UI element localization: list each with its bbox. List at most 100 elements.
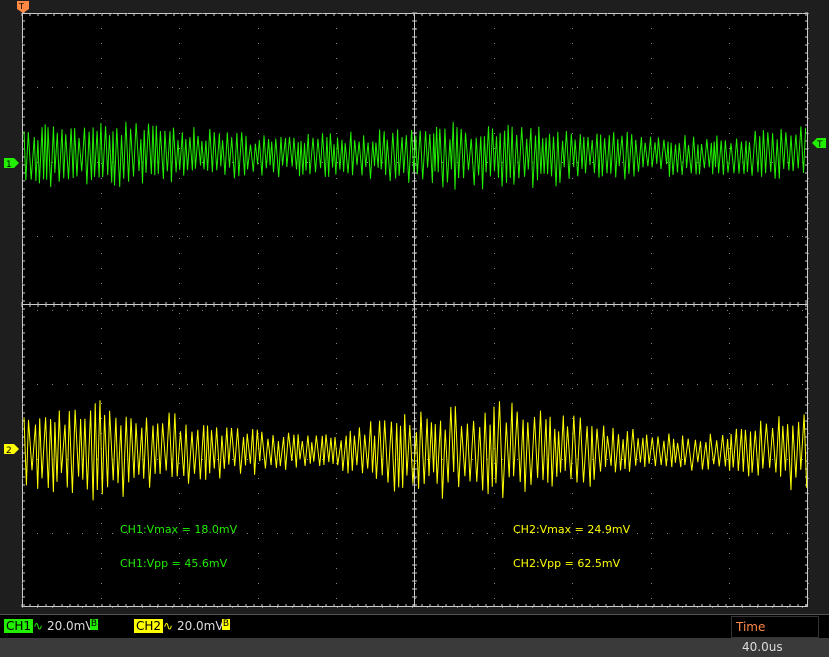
- grid-dot: [577, 310, 578, 311]
- grid-dot: [652, 533, 653, 534]
- grid-dot: [494, 148, 495, 149]
- grid-dot: [472, 533, 473, 534]
- grid-dot: [562, 87, 563, 88]
- grid-dot: [667, 13, 668, 14]
- grid-dot: [52, 384, 53, 385]
- grid-dot: [532, 236, 533, 237]
- grid-dot: [22, 478, 23, 479]
- grid-dot: [607, 310, 608, 311]
- grid-dot: [336, 418, 337, 419]
- trigger-position-marker[interactable]: T: [17, 1, 29, 13]
- grid-dot: [472, 13, 473, 14]
- ch2-offset-marker[interactable]: 2: [4, 444, 19, 456]
- svg-text:T: T: [816, 140, 823, 150]
- grid-dot: [112, 236, 113, 237]
- grid-dot: [22, 448, 23, 449]
- grid-dot: [442, 13, 443, 14]
- ch2-bandwidth-limit-icon[interactable]: B: [222, 619, 230, 630]
- grid-dot: [307, 13, 308, 14]
- grid-dot: [37, 607, 38, 608]
- grid-dot: [697, 384, 698, 385]
- grid-dot: [572, 283, 573, 284]
- grid-dot: [494, 88, 495, 89]
- grid-dot: [729, 388, 730, 389]
- grid-dot: [494, 103, 495, 104]
- grid-dot: [322, 87, 323, 88]
- grid-dot: [487, 607, 488, 608]
- grid-dot: [258, 508, 259, 509]
- grid-dot: [808, 118, 809, 119]
- grid-dot: [258, 463, 259, 464]
- grid-dot: [808, 43, 809, 44]
- grid-dot: [179, 298, 180, 299]
- grid-dot: [262, 236, 263, 237]
- grid-dot: [808, 133, 809, 134]
- grid-dot: [67, 87, 68, 88]
- grid-dot: [397, 236, 398, 237]
- grid-dot: [101, 583, 102, 584]
- grid-dot: [651, 238, 652, 239]
- grid-dot: [179, 313, 180, 314]
- grid-dot: [412, 607, 413, 608]
- ch2-setting[interactable]: CH2 ∿ 20.0mV: [134, 619, 224, 634]
- grid-dot: [729, 73, 730, 74]
- grid-dot: [247, 533, 248, 534]
- grid-dot: [729, 88, 730, 89]
- grid-dot: [37, 310, 38, 311]
- grid-dot: [258, 193, 259, 194]
- grid-dot: [336, 133, 337, 134]
- grid-dot: [802, 607, 803, 608]
- grid-dot: [52, 607, 53, 608]
- grid-dot: [336, 268, 337, 269]
- trigger-level-marker[interactable]: T: [812, 138, 826, 150]
- grid-dot: [494, 463, 495, 464]
- grid-dot: [247, 13, 248, 14]
- grid-dot: [772, 459, 773, 460]
- ac-coupling-icon: ∿: [163, 619, 174, 633]
- timebase-setting[interactable]: Time 40.0us: [731, 616, 819, 654]
- grid-dot: [652, 87, 653, 88]
- grid-dot: [494, 73, 495, 74]
- grid-dot: [729, 223, 730, 224]
- ch2-label: CH2: [134, 619, 164, 633]
- grid-dot: [322, 162, 323, 163]
- grid-dot: [651, 313, 652, 314]
- grid-dot: [802, 87, 803, 88]
- grid-dot: [787, 310, 788, 311]
- grid-dot: [415, 598, 416, 599]
- grid-dot: [202, 607, 203, 608]
- grid-dot: [622, 607, 623, 608]
- grid-dot: [494, 208, 495, 209]
- grid-dot: [22, 118, 23, 119]
- grid-dot: [808, 268, 809, 269]
- grid-dot: [592, 310, 593, 311]
- grid-dot: [651, 253, 652, 254]
- ch1-setting[interactable]: CH1 ∿ 20.0mV: [4, 619, 94, 634]
- grid-dot: [337, 607, 338, 608]
- grid-dot: [336, 583, 337, 584]
- grid-dot: [22, 358, 23, 359]
- grid-dot: [101, 193, 102, 194]
- ch1-bandwidth-limit-icon[interactable]: B: [90, 619, 98, 630]
- grid-dot: [682, 87, 683, 88]
- grid-dot: [179, 478, 180, 479]
- grid-dot: [729, 133, 730, 134]
- grid-dot: [415, 538, 416, 539]
- grid-dot: [336, 328, 337, 329]
- grid-dot: [179, 583, 180, 584]
- grid-dot: [787, 607, 788, 608]
- grid-dot: [808, 253, 809, 254]
- grid-dot: [547, 384, 548, 385]
- grid-dot: [802, 13, 803, 14]
- grid-dot: [494, 43, 495, 44]
- grid-dot: [157, 236, 158, 237]
- grid-dot: [415, 118, 416, 119]
- grid-dot: [22, 283, 23, 284]
- grid-dot: [651, 13, 652, 14]
- grid-dot: [292, 607, 293, 608]
- grid-dot: [258, 478, 259, 479]
- grid-dot: [729, 193, 730, 194]
- grid-dot: [367, 384, 368, 385]
- grid-dot: [729, 283, 730, 284]
- ch1-offset-marker[interactable]: 1: [4, 158, 19, 170]
